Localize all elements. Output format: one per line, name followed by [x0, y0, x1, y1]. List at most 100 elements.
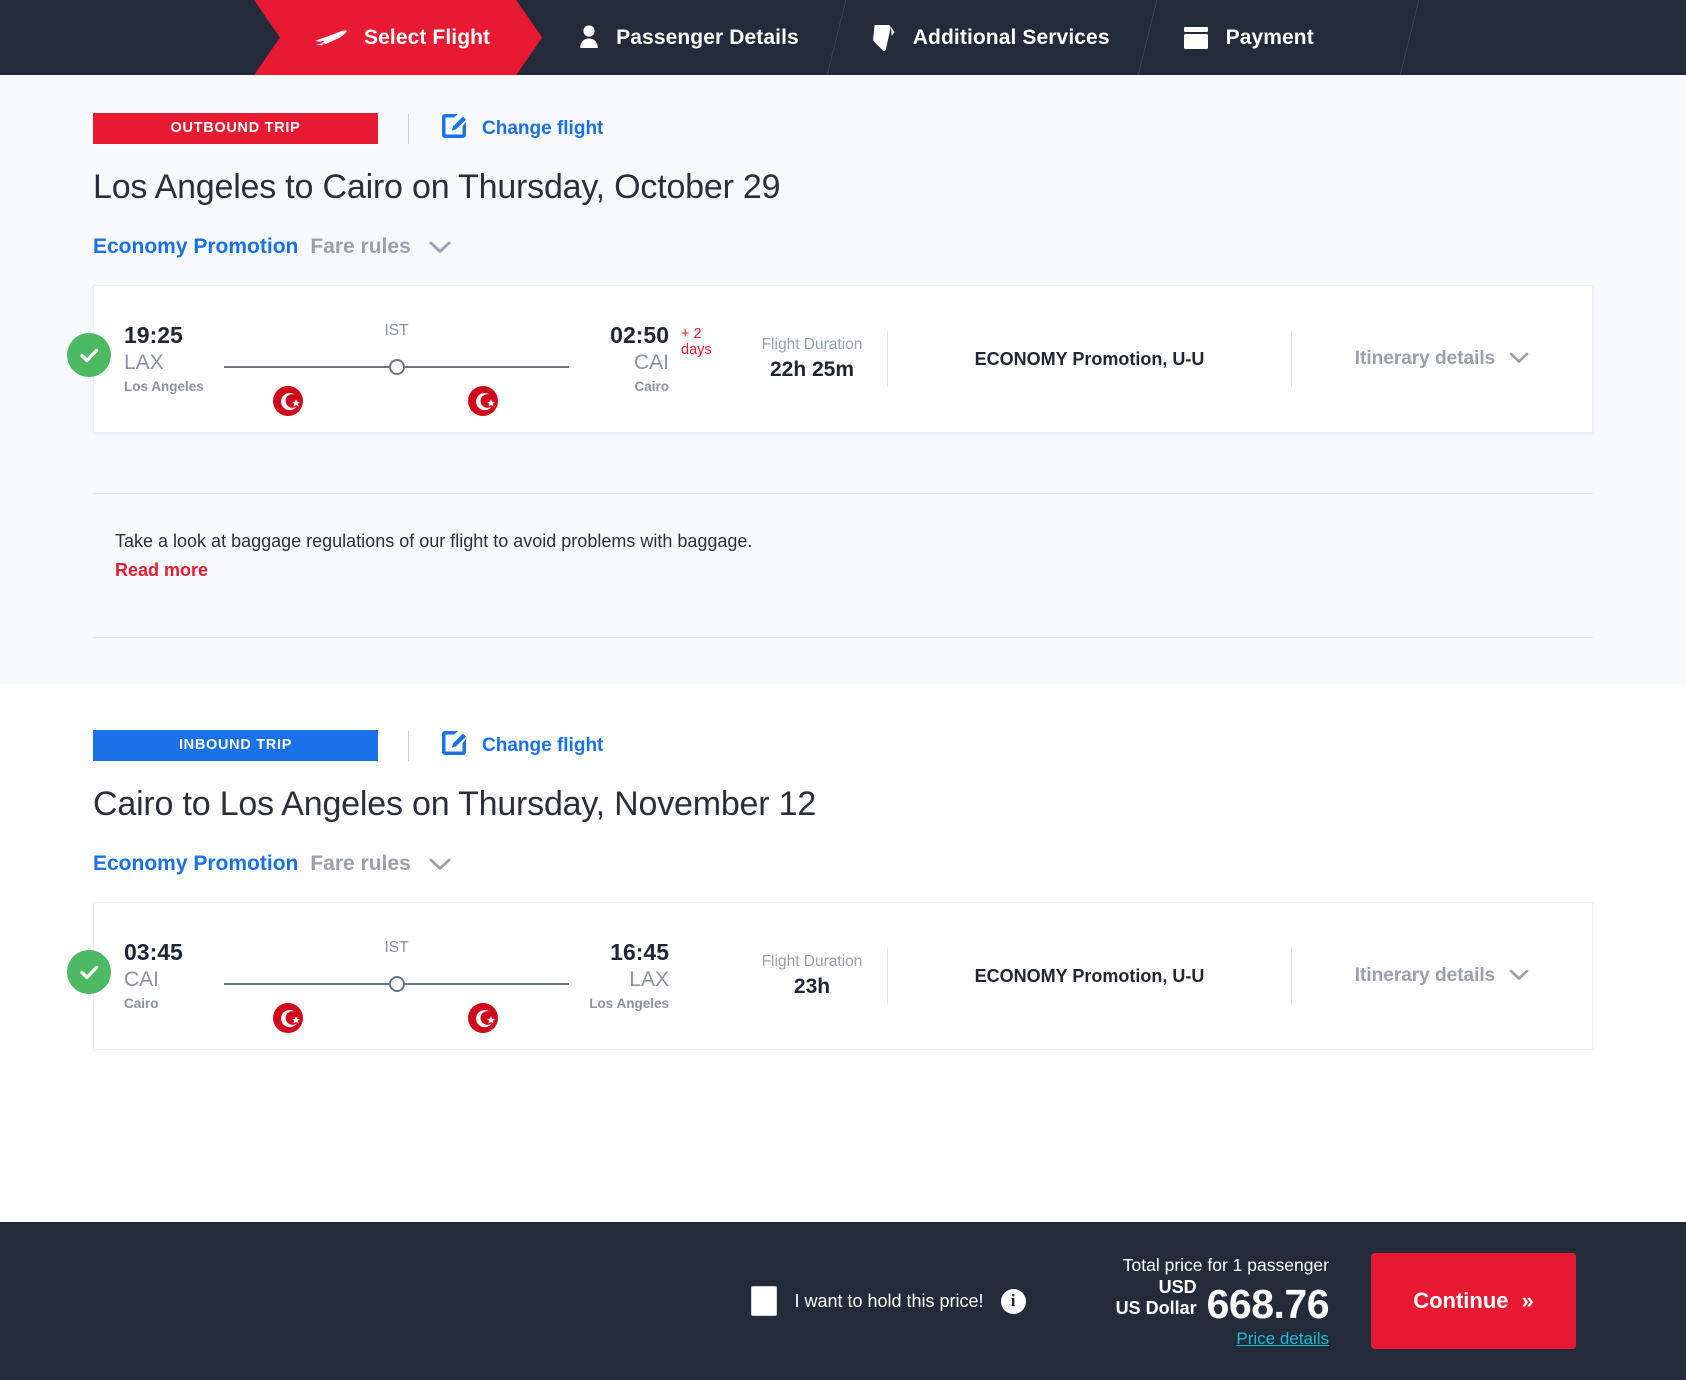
total-price-block: Total price for 1 passenger USD US Dolla…: [1116, 1253, 1329, 1349]
departure-airport-code: CAI: [124, 965, 220, 995]
plus-days-note: + 2 days: [681, 326, 721, 358]
stopover-dot: [389, 976, 405, 992]
inbound-trip-badge: INBOUND TRIP: [93, 730, 378, 761]
baggage-notice: Take a look at baggage regulations of ou…: [93, 494, 1593, 581]
departure-city: Los Angeles: [124, 378, 220, 396]
outbound-arrival: 02:50 CAI Cairo: [573, 322, 669, 396]
currency-code: USD: [1116, 1277, 1197, 1298]
hold-price-group: I want to hold this price! i: [751, 1286, 1025, 1316]
outbound-fare-row[interactable]: Economy Promotion Fare rules: [93, 235, 1593, 259]
step-label: Select Flight: [364, 26, 490, 50]
inbound-selected-check-icon: [67, 950, 111, 994]
inbound-departure: 03:45 CAI Cairo: [124, 939, 220, 1013]
inbound-flight-card-wrap: 03:45 CAI Cairo IST: [93, 902, 1593, 1050]
edit-pencil-icon: [439, 111, 469, 147]
itinerary-details-label: Itinerary details: [1355, 965, 1495, 987]
double-chevron-right-icon: »: [1522, 1288, 1534, 1314]
connection-airport-code: IST: [224, 322, 569, 340]
edit-pencil-icon: [439, 728, 469, 764]
price-line: USD US Dollar 668.76: [1116, 1277, 1329, 1326]
change-flight-label: Change flight: [482, 118, 603, 140]
outbound-trip-badge: OUTBOUND TRIP: [93, 113, 378, 144]
outbound-header-row: OUTBOUND TRIP Change flight: [93, 113, 1593, 144]
outbound-route-title: Los Angeles to Cairo on Thursday, Octobe…: [93, 168, 1593, 207]
chevron-down-icon: [1509, 348, 1529, 370]
baggage-read-more-link[interactable]: Read more: [115, 560, 1593, 581]
booking-footer-bar: I want to hold this price! i Total price…: [0, 1222, 1686, 1380]
credit-card-icon: [1182, 25, 1210, 51]
outbound-cabin-class: ECONOMY Promotion, U-U: [888, 349, 1291, 370]
outbound-itinerary-details-button[interactable]: Itinerary details: [1292, 348, 1592, 370]
stopover-dot: [389, 359, 405, 375]
total-amount: 668.76: [1207, 1282, 1329, 1326]
arrival-city: Cairo: [573, 378, 669, 396]
baggage-text: Take a look at baggage regulations of ou…: [115, 528, 1593, 554]
inbound-fare-row[interactable]: Economy Promotion Fare rules: [93, 852, 1593, 876]
outbound-departure: 19:25 LAX Los Angeles: [124, 322, 220, 396]
baggage-bottom-divider: [93, 637, 1593, 638]
outbound-fare-class: Economy Promotion: [93, 235, 298, 259]
step-additional-services[interactable]: Additional Services: [835, 0, 1146, 75]
header-divider: [408, 731, 409, 761]
services-icon: [871, 23, 897, 53]
step-passenger-details[interactable]: Passenger Details: [542, 0, 835, 75]
departure-time: 03:45: [124, 939, 220, 965]
arrival-airport-code: LAX: [573, 965, 669, 995]
airplane-icon: [314, 27, 348, 49]
inbound-inner: INBOUND TRIP Change flight Cairo to Los …: [93, 730, 1593, 1050]
chevron-down-icon[interactable]: [429, 858, 451, 871]
booking-page: Select Flight Passenger Details Addition…: [0, 0, 1686, 1380]
hold-price-label: I want to hold this price!: [794, 1291, 983, 1312]
departure-time: 19:25: [124, 322, 220, 348]
airline-logo-icon: [272, 1002, 304, 1039]
hold-price-checkbox[interactable]: [751, 1286, 777, 1316]
currency-block: USD US Dollar: [1116, 1277, 1197, 1326]
outbound-inner: OUTBOUND TRIP Change flight Los Angeles …: [93, 113, 1593, 638]
connection-airport-code: IST: [224, 939, 569, 957]
outbound-selected-check-icon: [67, 333, 111, 377]
itinerary-details-label: Itinerary details: [1355, 348, 1495, 370]
arrival-time: 16:45: [573, 939, 669, 965]
outbound-duration: Flight Duration 22h 25m: [737, 334, 887, 384]
inbound-itinerary-details-button[interactable]: Itinerary details: [1292, 965, 1592, 987]
info-icon[interactable]: i: [1001, 1289, 1026, 1314]
change-flight-inbound-button[interactable]: Change flight: [439, 728, 603, 764]
outbound-fare-rules-label: Fare rules: [310, 235, 410, 259]
step-label: Payment: [1226, 26, 1314, 50]
step-label: Additional Services: [913, 26, 1110, 50]
total-price-label: Total price for 1 passenger: [1116, 1253, 1329, 1277]
currency-name: US Dollar: [1116, 1298, 1197, 1319]
departure-city: Cairo: [124, 995, 220, 1013]
inbound-header-row: INBOUND TRIP Change flight: [93, 730, 1593, 761]
airline-logo-icon: [467, 1002, 499, 1039]
change-flight-outbound-button[interactable]: Change flight: [439, 111, 603, 147]
airline-logo-icon: [272, 385, 304, 422]
inbound-cabin-class: ECONOMY Promotion, U-U: [888, 966, 1291, 987]
outbound-trip-section: OUTBOUND TRIP Change flight Los Angeles …: [0, 75, 1686, 684]
outbound-route-segment: 19:25 LAX Los Angeles IST: [94, 322, 721, 396]
continue-label: Continue: [1413, 1288, 1508, 1314]
inbound-duration: Flight Duration 23h: [737, 951, 887, 1001]
change-flight-label: Change flight: [482, 735, 603, 757]
inbound-fare-rules-label: Fare rules: [310, 852, 410, 876]
continue-button[interactable]: Continue »: [1371, 1253, 1576, 1349]
price-details-link[interactable]: Price details: [1236, 1329, 1329, 1349]
chevron-down-icon: [1509, 965, 1529, 987]
arrival-city: Los Angeles: [573, 995, 669, 1013]
outbound-flight-card[interactable]: 19:25 LAX Los Angeles IST: [93, 285, 1593, 433]
inbound-route-segment: 03:45 CAI Cairo IST: [94, 939, 721, 1013]
step-select-flight[interactable]: Select Flight: [254, 0, 542, 75]
arrival-airport-code: CAI: [573, 348, 669, 378]
duration-value: 22h 25m: [737, 356, 887, 384]
duration-label: Flight Duration: [737, 951, 887, 973]
inbound-flight-card[interactable]: 03:45 CAI Cairo IST: [93, 902, 1593, 1050]
inbound-trip-section: INBOUND TRIP Change flight Cairo to Los …: [0, 684, 1686, 1070]
duration-value: 23h: [737, 973, 887, 1001]
step-payment[interactable]: Payment: [1146, 0, 1350, 75]
departure-airport-code: LAX: [124, 348, 220, 378]
person-icon: [578, 24, 600, 52]
booking-step-bar: Select Flight Passenger Details Addition…: [0, 0, 1686, 75]
stepbar-left-spacer: [0, 0, 260, 75]
chevron-down-icon[interactable]: [429, 241, 451, 254]
inbound-route-title: Cairo to Los Angeles on Thursday, Novemb…: [93, 785, 1593, 824]
